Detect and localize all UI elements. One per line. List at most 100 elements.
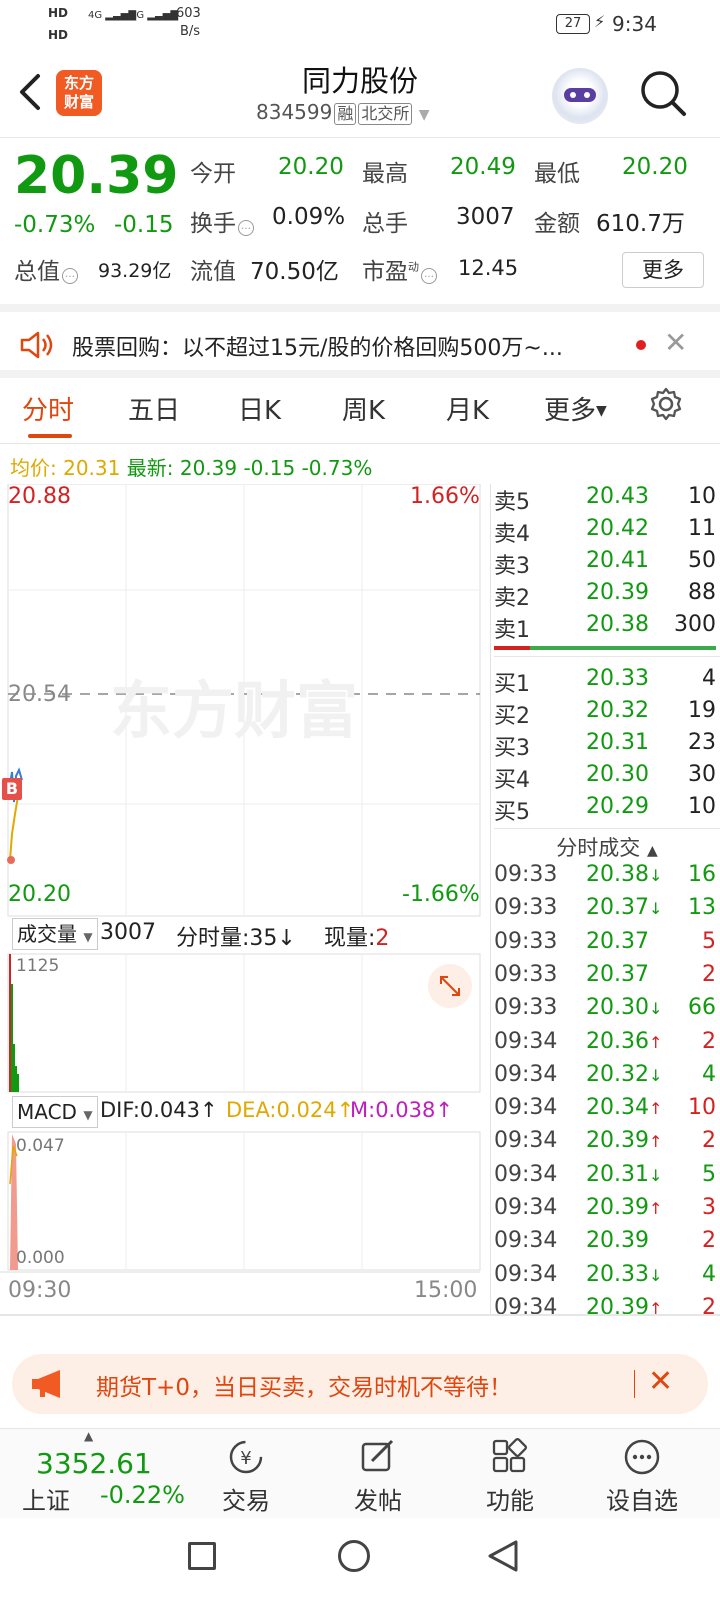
tab-weekly-k[interactable]: 周K (342, 390, 385, 427)
search-icon[interactable] (638, 68, 688, 122)
tick-price: 20.37 (586, 962, 649, 987)
caret-up-icon: ▲ (646, 843, 658, 859)
level-label: 买1 (494, 672, 530, 697)
bottom-percent-label: -1.66% (402, 882, 480, 907)
turnover-label-text: 换手 (190, 211, 236, 237)
prev-close-label: 20.54 (8, 682, 71, 707)
tick-price: 20.38↓ (586, 862, 662, 887)
macd-indicator-select[interactable]: MACD ▼ (12, 1096, 98, 1128)
promo-banner[interactable]: 期货T+0，当日买卖，交易时机不等待！ ✕ (12, 1354, 708, 1414)
index-value[interactable]: 3352.61 (36, 1447, 152, 1480)
caret-down-icon: ▼ (83, 1108, 93, 1122)
robot-assistant-icon[interactable] (552, 68, 608, 124)
volume-value: 3007 (456, 204, 515, 230)
index-name[interactable]: 上证 (22, 1481, 70, 1516)
tab-monthly-k[interactable]: 月K (446, 390, 489, 427)
tick-price: 20.30↓ (586, 995, 662, 1020)
tick-volume: 5 (702, 928, 716, 954)
tick-row: 09:33 20.30↓ 66 (494, 995, 720, 1029)
tick-row: 09:34 20.39↑ 3 (494, 1195, 720, 1229)
tab-timeshare[interactable]: 分时 (22, 390, 74, 427)
banner-text[interactable]: 期货T+0，当日买卖，交易时机不等待！ (96, 1368, 512, 1402)
info-icon[interactable]: … (421, 268, 437, 284)
chevron-down-icon[interactable]: ▼ (419, 107, 430, 123)
tick-price: 20.33↓ (586, 1262, 662, 1287)
tick-volume: 4 (702, 1261, 716, 1287)
level-price: 20.30 (586, 762, 649, 787)
arrow-up-icon: ↑ (648, 1199, 663, 1218)
signal2-icon: 4G ▂▃▅▇ (130, 10, 179, 21)
level-price: 20.33 (586, 666, 649, 691)
pe-superscript: 动 (408, 260, 419, 274)
back-icon[interactable] (486, 1538, 520, 1574)
tab-daily-k[interactable]: 日K (238, 390, 281, 427)
tick-list-header[interactable]: 分时成交 ▲ (494, 832, 720, 862)
sell-row-3: 卖3 20.41 50 (494, 548, 720, 580)
settings-icon[interactable] (648, 384, 684, 428)
buy-row-2: 买2 20.32 19 (494, 698, 720, 730)
level-qty: 30 (688, 762, 716, 787)
info-icon[interactable]: … (62, 268, 78, 284)
market-cap-label-text: 总值 (14, 259, 60, 285)
top-price-label: 20.88 (8, 484, 71, 509)
level-label: 买2 (494, 704, 530, 729)
level-price: 20.43 (586, 484, 649, 509)
recent-apps-icon[interactable] (188, 1542, 216, 1570)
m-value: M:0.038 (350, 1098, 436, 1122)
tab-five-day[interactable]: 五日 (128, 390, 180, 427)
current-volume-label: 现量: (324, 926, 376, 951)
trade-icon: ¥ (229, 1440, 263, 1474)
divider (0, 304, 720, 312)
volume-indicator-select[interactable]: 成交量 ▼ (12, 918, 98, 950)
buy-row-3: 买3 20.31 23 (494, 730, 720, 762)
tick-price-value: 20.39 (586, 1195, 649, 1220)
time-start-label: 09:30 (8, 1278, 72, 1303)
level-qty: 88 (688, 580, 716, 605)
close-icon[interactable]: ✕ (664, 326, 687, 359)
fs-volume-label: 分时量: (176, 926, 250, 951)
notice-bar[interactable]: 股票回购：以不超过15元/股的价格回购500万~... ✕ (0, 312, 720, 378)
more-info-button[interactable]: 更多 (622, 252, 704, 288)
tick-price: 20.37 (586, 929, 649, 954)
current-volume: 现量:2 (324, 920, 389, 952)
tick-volume: 4 (702, 1061, 716, 1087)
divider (634, 1370, 635, 1398)
level-qty: 50 (688, 548, 716, 573)
top-percent-label: 1.66% (410, 484, 480, 509)
book-divider (490, 484, 491, 1314)
caret-up-icon: ▲ (84, 1429, 94, 1443)
buy-marker[interactable]: B (2, 778, 22, 800)
eastmoney-logo[interactable]: 东方 财富 (56, 70, 102, 116)
tick-price-value: 20.31 (586, 1161, 649, 1187)
float-cap-label: 流值 (190, 259, 236, 285)
close-icon[interactable]: ✕ (648, 1364, 673, 1399)
notice-text[interactable]: 股票回购：以不超过15元/股的价格回购500万~... (72, 330, 563, 362)
tick-price-value: 20.33 (586, 1261, 649, 1287)
stock-header: 东方 财富 同力股份 834599 融北交所 ▼ (0, 52, 720, 138)
index-change[interactable]: -0.22% (100, 1481, 185, 1509)
buy-row-4: 买4 20.30 30 (494, 762, 720, 794)
last-price: 20.39 (14, 146, 179, 206)
expand-icon[interactable] (428, 964, 472, 1008)
home-icon[interactable] (338, 1540, 370, 1572)
latest-label: 最新: (126, 456, 174, 480)
bottom-nav: ▲ 3352.61 上证 -0.22% ¥ 交易 发帖 功能 设自选 (0, 1428, 720, 1518)
megaphone-icon (30, 1368, 66, 1404)
info-icon[interactable]: … (238, 220, 254, 236)
tab-more[interactable]: 更多▼ (544, 390, 607, 427)
intraday-chart[interactable]: 东方财富 20.88 1.66% 20.54 20.20 -1.66% B 成交… (0, 484, 490, 1334)
tick-price: 20.37↓ (586, 895, 662, 920)
level-qty: 10 (688, 794, 716, 819)
tick-price-value: 20.32 (586, 1061, 649, 1087)
arrow-down-icon: ↓ (648, 1065, 663, 1085)
tick-time: 09:33 (494, 862, 558, 887)
tick-row: 09:33 20.37 2 (494, 962, 720, 996)
level-qty: 4 (702, 666, 716, 691)
tick-volume: 2 (702, 961, 716, 987)
period-tabs: 分时 五日 日K 周K 月K 更多▼ (0, 378, 720, 444)
hd2-badge: HD (48, 28, 69, 42)
level-label: 买3 (494, 736, 530, 761)
volume-label: 总手 (362, 211, 408, 237)
back-button[interactable] (14, 70, 44, 114)
arrow-down-icon: ↓ (648, 1165, 663, 1185)
